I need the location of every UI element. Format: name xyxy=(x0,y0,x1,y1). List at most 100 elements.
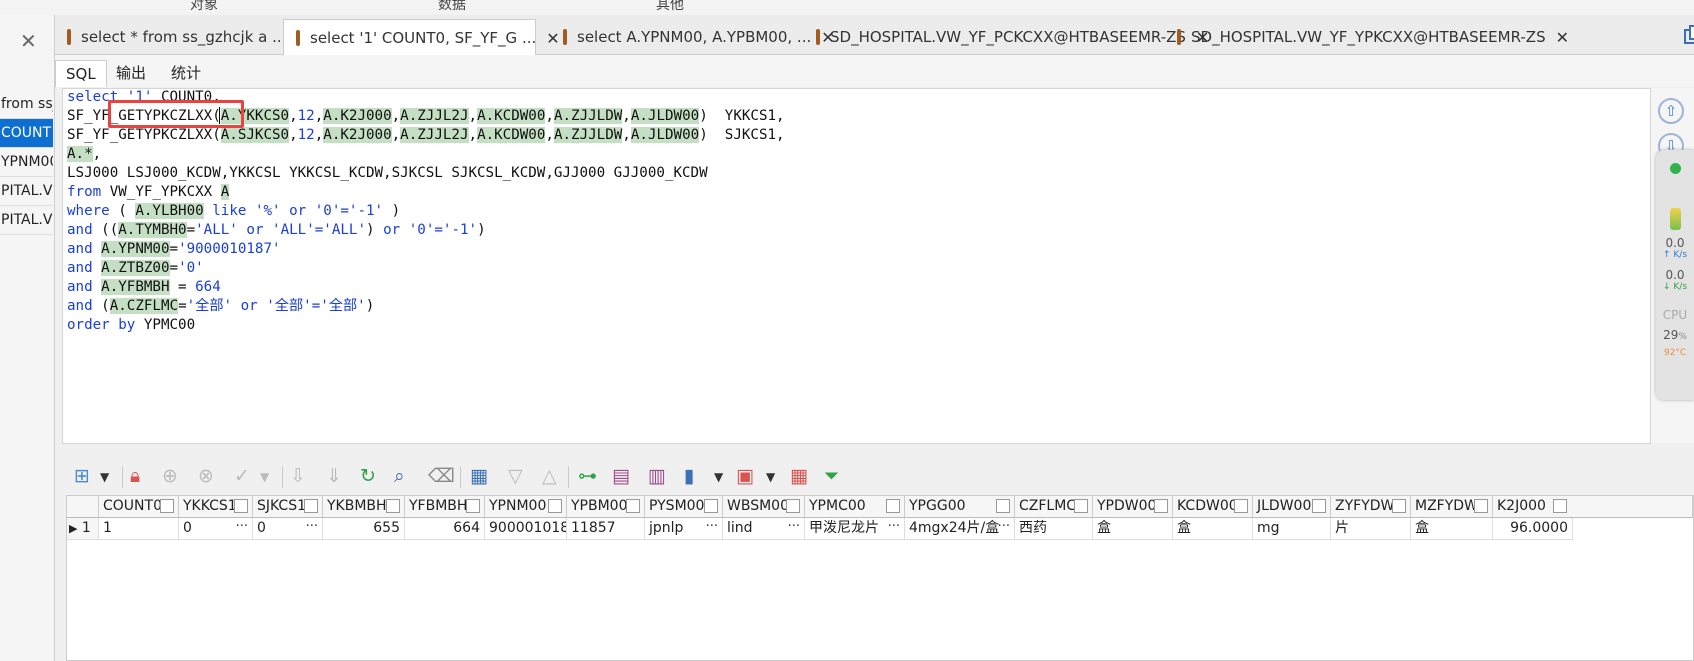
left-list-item[interactable]: from ss_g xyxy=(0,90,53,119)
table-cell[interactable]: 4mgx24片/盒 ··· xyxy=(905,518,1015,540)
filter-box-icon[interactable] xyxy=(1392,499,1406,513)
lock-icon[interactable]: 🔒︎ xyxy=(130,465,140,487)
table-cell[interactable]: 96.0000 xyxy=(1493,518,1573,540)
close-icon[interactable]: ✕ xyxy=(20,29,37,53)
download-icon[interactable]: ⇩ xyxy=(290,465,306,487)
column-header[interactable]: YKKCS1 xyxy=(179,496,253,518)
scroll-up-icon[interactable]: ⇧ xyxy=(1658,98,1684,124)
tab-query-1[interactable]: select * from ss_gzhcjk a ...✕ xyxy=(55,19,310,55)
window-list-icon[interactable] xyxy=(1683,23,1694,47)
column-header[interactable]: YPGG00 xyxy=(905,496,1015,518)
filter-box-icon[interactable] xyxy=(234,499,248,513)
column-header[interactable]: SJKCS1 xyxy=(253,496,323,518)
column-header[interactable]: K2J000 xyxy=(1493,496,1693,518)
filter-box-icon[interactable] xyxy=(1154,499,1168,513)
filter-box-icon[interactable] xyxy=(626,499,640,513)
table-cell[interactable]: 甲泼尼龙片 ··· xyxy=(805,518,905,540)
column-header[interactable]: COUNT0 xyxy=(99,496,179,518)
find-icon[interactable]: ⌕ xyxy=(394,465,405,487)
ellipsis-icon[interactable]: ··· xyxy=(706,518,718,537)
table-cell[interactable]: 片 xyxy=(1331,518,1411,540)
table-cell[interactable]: 655 xyxy=(323,518,405,540)
table-cell[interactable]: 盒 xyxy=(1093,518,1173,540)
filter-box-icon[interactable] xyxy=(1474,499,1488,513)
filter-box-icon[interactable] xyxy=(996,499,1010,513)
table-cell[interactable]: jpnlp ··· xyxy=(645,518,723,540)
tab-query-3[interactable]: select A.YPNM00, A.YPBM00, ... ✕ xyxy=(551,19,835,55)
column-header[interactable]: PYSM00 xyxy=(645,496,723,518)
tab-statistics[interactable]: 统计 xyxy=(161,60,211,87)
chevron-down-icon[interactable]: ▼ xyxy=(100,470,109,484)
filter-box-icon[interactable] xyxy=(1234,499,1248,513)
filter-box-icon[interactable] xyxy=(1312,499,1326,513)
column-header[interactable]: YKBMBH xyxy=(323,496,405,518)
filter-box-icon[interactable] xyxy=(304,499,318,513)
table-cell[interactable]: 1 xyxy=(99,518,179,540)
table-cell[interactable]: 9000010187 xyxy=(485,518,567,540)
column-header[interactable]: KCDW00 xyxy=(1173,496,1253,518)
table-view-icon[interactable]: ▦ xyxy=(470,465,488,487)
table-cell[interactable]: 西药 xyxy=(1015,518,1093,540)
menu-objects[interactable]: 对象 xyxy=(190,0,218,14)
table-cell[interactable]: 11857 xyxy=(567,518,645,540)
filter-box-icon[interactable] xyxy=(160,499,174,513)
sql-editor[interactable]: select '1' COUNT0, SF_YF_GETYPKCZLXX(A.Y… xyxy=(62,88,1651,444)
chevron-down-icon[interactable]: ▼ xyxy=(260,470,269,484)
table-cell[interactable]: 0 ··· xyxy=(179,518,253,540)
grid-icon[interactable]: ▦ xyxy=(790,465,808,487)
column-header[interactable]: JLDW00 xyxy=(1253,496,1331,518)
eraser-icon[interactable]: ⌫ xyxy=(428,465,455,487)
filter-box-icon[interactable] xyxy=(1074,499,1088,513)
column-header[interactable]: YFBMBH xyxy=(405,496,485,518)
column-header[interactable]: ZYFYDW xyxy=(1331,496,1411,518)
filter-box-icon[interactable] xyxy=(886,499,900,513)
table-cell[interactable]: 664 xyxy=(405,518,485,540)
table-cell[interactable]: 0 ··· xyxy=(253,518,323,540)
chart-icon[interactable]: ▮ xyxy=(684,465,694,487)
ellipsis-icon[interactable]: ··· xyxy=(888,518,900,537)
menu-other[interactable]: 其他 xyxy=(656,0,684,14)
filter-box-icon[interactable] xyxy=(1553,499,1567,513)
column-header[interactable]: YPMC00 xyxy=(805,496,905,518)
chevron-down-icon[interactable]: ▼ xyxy=(766,470,775,484)
chevron-down-icon[interactable]: ▼ xyxy=(714,470,723,484)
export-icon[interactable]: ▥ xyxy=(648,465,666,487)
filter-box-icon[interactable] xyxy=(704,499,718,513)
column-header[interactable]: MZFYDW xyxy=(1411,496,1493,518)
ellipsis-icon[interactable]: ··· xyxy=(998,518,1010,537)
column-header[interactable]: CZFLMC xyxy=(1015,496,1093,518)
column-header[interactable]: YPNM00 xyxy=(485,496,567,518)
filter-icon[interactable]: ⏷ xyxy=(824,465,839,487)
sort-desc-icon[interactable]: ▽ xyxy=(508,465,523,487)
menu-data[interactable]: 数据 xyxy=(438,0,466,14)
table-cell[interactable]: mg xyxy=(1253,518,1331,540)
filter-box-icon[interactable] xyxy=(466,499,480,513)
table-cell[interactable]: 盒 xyxy=(1411,518,1493,540)
tab-sql[interactable]: SQL xyxy=(55,60,107,87)
delete-row-icon[interactable]: ⊗ xyxy=(198,465,214,487)
tree-icon[interactable]: ⊶ xyxy=(578,465,597,487)
tab-output[interactable]: 输出 xyxy=(106,60,156,87)
grid-layout-icon[interactable]: ⊞ xyxy=(74,465,90,487)
commit-icon[interactable]: ✓ xyxy=(234,465,250,487)
row-header[interactable]: ▶ 1 xyxy=(67,518,99,540)
filter-box-icon[interactable] xyxy=(386,499,400,513)
left-list-item[interactable]: YPNM00 xyxy=(0,148,53,177)
left-list-item[interactable]: PITAL.VW xyxy=(0,177,53,206)
tab-query-2-active[interactable]: select '1' COUNT0, SF_YF_G ... ✕ xyxy=(283,19,560,56)
pivot-icon[interactable]: ▣ xyxy=(736,465,754,487)
left-list-item-selected[interactable]: COUNT xyxy=(0,119,53,148)
filter-box-icon[interactable] xyxy=(786,499,800,513)
left-list-item[interactable]: PITAL.VW xyxy=(0,206,53,235)
table-cell[interactable]: 盒 xyxy=(1173,518,1253,540)
refresh-icon[interactable]: ↻ xyxy=(360,465,376,487)
column-header[interactable]: WBSM00 xyxy=(723,496,805,518)
ellipsis-icon[interactable]: ··· xyxy=(306,518,318,537)
column-header[interactable]: YPDW00 xyxy=(1093,496,1173,518)
sort-asc-icon[interactable]: △ xyxy=(542,465,557,487)
ellipsis-icon[interactable]: ··· xyxy=(236,518,248,537)
download-all-icon[interactable]: ⇓ xyxy=(326,465,342,487)
ellipsis-icon[interactable]: ··· xyxy=(788,518,800,537)
close-icon[interactable]: ✕ xyxy=(1556,28,1569,47)
filter-box-icon[interactable] xyxy=(548,499,562,513)
